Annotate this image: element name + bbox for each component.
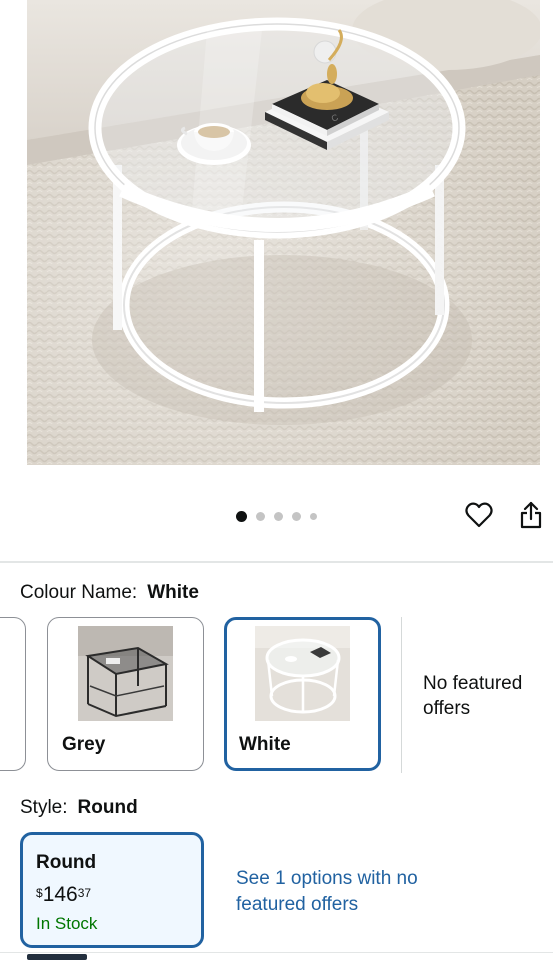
style-label: Style: [20,797,68,818]
price-fraction: 37 [77,886,92,900]
colour-swatch-grey-label: Grey [62,734,106,755]
product-photo-round-glass-coffee-table: C [27,0,540,465]
style-label-row: Style: Round [20,797,138,819]
colour-label: Colour Name: [20,582,138,603]
availability-status: In Stock [36,914,98,933]
colour-swatch-partial[interactable] [0,617,26,771]
colour-selected-value: White [147,582,199,603]
colour-swatch-white[interactable]: White [224,617,381,771]
colour-swatch-white-label: White [239,734,291,755]
style-option-round[interactable]: Round $14637 In Stock [20,832,204,948]
carousel-dot-3[interactable] [274,511,283,521]
style-selected-value: Round [77,797,138,818]
product-image[interactable]: C [27,0,540,465]
colour-label-row: Colour Name: White [20,582,199,604]
wishlist-button[interactable] [463,499,495,531]
price-whole: 146 [42,883,78,906]
carousel-dot-2[interactable] [256,511,265,521]
heart-outline-icon [465,502,493,528]
colour-swatch-grey[interactable]: Grey [47,617,204,771]
price-currency: $ [36,886,43,900]
style-option-name: Round [36,852,97,873]
carousel-dot-4[interactable] [292,511,301,521]
bottom-bar-handle [27,954,87,960]
grey-table-thumbnail [78,626,173,721]
carousel-dot-1[interactable] [236,510,247,522]
style-option-price: $14637 [36,883,91,907]
section-divider [0,561,553,563]
white-table-thumbnail [255,626,350,721]
swatch-separator [401,617,402,773]
see-options-link[interactable]: See 1 options with no featured offers [236,866,436,918]
carousel-dot-5[interactable] [310,512,317,520]
no-featured-offers-text: No featured offers [423,673,523,719]
share-icon [520,501,542,529]
share-button[interactable] [515,499,547,531]
